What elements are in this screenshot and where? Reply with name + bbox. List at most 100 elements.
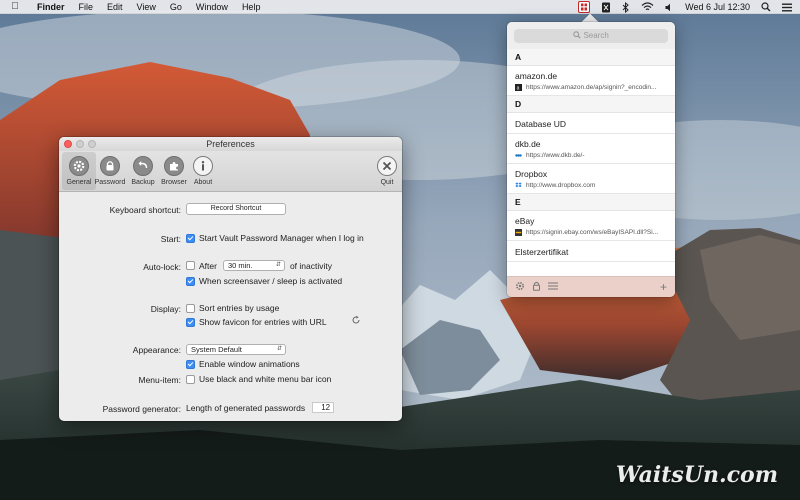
puzzle-icon <box>164 156 184 176</box>
start-label: Start: <box>160 234 181 244</box>
window-animations-checkbox[interactable]: Enable window animations <box>186 359 300 369</box>
popup-arrows-icon: ⇵ <box>276 346 282 352</box>
password-length-input[interactable]: 12 <box>312 402 335 413</box>
window-controls <box>64 140 96 148</box>
entry-url: https://www.amazon.de/ap/signin?_encodin… <box>526 84 657 91</box>
checkbox-unchecked[interactable] <box>186 374 195 384</box>
menu-help[interactable]: Help <box>235 2 268 12</box>
tab-browser-label: Browser <box>161 179 187 186</box>
show-favicon-checkbox[interactable]: Show favicon for entries with URL <box>186 317 327 327</box>
minimize-window-button[interactable] <box>76 140 84 148</box>
popup-arrows-icon: ⇵ <box>275 262 281 268</box>
window-title: Preferences <box>206 139 255 149</box>
auto-lock-after-checkbox[interactable] <box>186 261 195 270</box>
appearance-label: Appearance: <box>132 345 181 355</box>
record-shortcut-button[interactable]: Record Shortcut <box>186 203 286 215</box>
checkbox-unchecked[interactable] <box>186 303 195 313</box>
clock[interactable]: Wed 6 Jul 12:30 <box>685 0 750 14</box>
screensaver-lock-text: When screensaver / sleep is activated <box>199 276 343 286</box>
gear-icon <box>69 156 89 176</box>
entry-name: Database UD <box>515 119 567 129</box>
appearance-select[interactable]: System Default ⇵ <box>186 344 286 355</box>
volume-icon[interactable] <box>665 0 674 14</box>
entry-elsterzertifikat[interactable]: Elsterzertifikat <box>507 241 675 262</box>
checkbox-checked[interactable] <box>186 233 195 243</box>
menu-app-finder[interactable]: Finder <box>30 2 72 12</box>
entry-name: Elsterzertifikat <box>515 247 569 257</box>
screensaver-lock-checkbox[interactable]: When screensaver / sleep is activated <box>186 276 342 286</box>
tab-general[interactable]: General <box>62 152 96 190</box>
menu-edit[interactable]: Edit <box>100 2 130 12</box>
close-window-button[interactable] <box>64 140 72 148</box>
preferences-window: Preferences General Password Backup Brow… <box>59 137 402 421</box>
quit-button[interactable]: Quit <box>370 152 402 190</box>
entry-amazon[interactable]: amazon.de a https://www.amazon.de/ap/sig… <box>507 66 675 96</box>
entry-url-row: https://www.dkb.de/- <box>515 152 667 159</box>
bw-menu-icon-checkbox[interactable]: Use black and white menu bar icon <box>186 374 331 384</box>
vault-menu-bar-icon[interactable] <box>578 0 591 14</box>
start-at-login-text: Start Vault Password Manager when I log … <box>199 233 364 243</box>
entry-url: http://www.dropbox.com <box>526 182 596 189</box>
quit-label: Quit <box>380 179 394 186</box>
checkbox-checked[interactable] <box>186 359 195 369</box>
preferences-general-pane: Keyboard shortcut: Record Shortcut Start… <box>59 192 402 421</box>
menu-window[interactable]: Window <box>189 2 235 12</box>
sort-by-usage-checkbox[interactable]: Sort entries by usage <box>186 303 279 313</box>
vault-entry-list: A amazon.de a https://www.amazon.de/ap/s… <box>507 49 675 262</box>
list-menu-icon[interactable] <box>548 282 558 292</box>
lock-icon <box>100 156 120 176</box>
tab-password-label: Password <box>94 179 126 186</box>
zoom-window-button[interactable] <box>88 140 96 148</box>
checkbox-checked[interactable] <box>186 317 195 327</box>
close-circle-icon <box>377 156 397 176</box>
entry-ebay[interactable]: eBay https://signin.ebay.com/ws/eBayISAP… <box>507 211 675 241</box>
dkb-favicon-icon <box>515 152 522 159</box>
menu-file[interactable]: File <box>72 2 101 12</box>
entry-database-ud[interactable]: Database UD <box>507 113 675 134</box>
auto-lock-duration-select[interactable]: 30 min. ⇵ <box>222 260 285 271</box>
settings-gear-icon[interactable] <box>515 281 525 293</box>
apple-menu-icon[interactable]:  <box>0 1 30 12</box>
menu-go[interactable]: Go <box>163 2 189 12</box>
entry-dropbox[interactable]: Dropbox http://www.dropbox.com <box>507 164 675 194</box>
preferences-titlebar[interactable]: Preferences <box>59 137 402 151</box>
vault-search-input[interactable]: Search <box>514 29 668 43</box>
bluetooth-icon[interactable] <box>622 0 630 14</box>
auto-lock-suffix-text: of inactivity <box>289 260 332 271</box>
info-icon <box>193 156 213 176</box>
menu-view[interactable]: View <box>130 2 163 12</box>
vault-bottom-bar: + <box>507 276 675 297</box>
checkbox-checked[interactable] <box>186 276 195 286</box>
menu-bar:  Finder File Edit View Go Window Help W… <box>0 0 800 14</box>
spotlight-search-icon[interactable] <box>761 0 771 14</box>
section-header-d: D <box>507 96 675 113</box>
lock-vault-icon[interactable] <box>532 281 541 293</box>
entry-name: Dropbox <box>515 169 548 179</box>
add-entry-button[interactable]: + <box>660 281 667 293</box>
password-generator-label: Password generator: <box>102 404 181 414</box>
tab-password[interactable]: Password <box>93 152 127 190</box>
entry-dkb[interactable]: dkb.de https://www.dkb.de/- <box>507 134 675 164</box>
tab-about[interactable]: About <box>186 152 220 190</box>
auto-lock-duration-value: 30 min. <box>227 261 253 270</box>
refresh-icon[interactable] <box>351 315 361 327</box>
auto-lock-label: Auto-lock: <box>143 262 181 272</box>
notification-center-icon[interactable] <box>782 0 792 14</box>
sort-by-usage-text: Sort entries by usage <box>199 303 280 313</box>
amazon-favicon-icon: a <box>515 84 522 91</box>
svg-text:a: a <box>517 85 520 91</box>
auto-lock-after-row: After 30 min. ⇵ of inactivity <box>186 260 332 271</box>
app-menu-bar-icon[interactable] <box>601 0 611 14</box>
appearance-control: System Default ⇵ <box>186 344 286 355</box>
password-length-text: Length of generated passwords <box>186 402 306 413</box>
preferences-toolbar: General Password Backup Browser About Qu… <box>59 151 402 192</box>
entry-url-row: a https://www.amazon.de/ap/signin?_encod… <box>515 84 667 91</box>
tab-backup[interactable]: Backup <box>126 152 160 190</box>
keyboard-shortcut-label: Keyboard shortcut: <box>109 205 181 215</box>
wifi-icon[interactable] <box>641 0 654 14</box>
tab-about-label: About <box>193 179 213 186</box>
window-animations-text: Enable window animations <box>199 359 300 369</box>
section-header-e: E <box>507 194 675 211</box>
start-at-login-checkbox[interactable]: Start Vault Password Manager when I log … <box>186 233 364 243</box>
password-length-row: Length of generated passwords 12 <box>186 402 335 413</box>
